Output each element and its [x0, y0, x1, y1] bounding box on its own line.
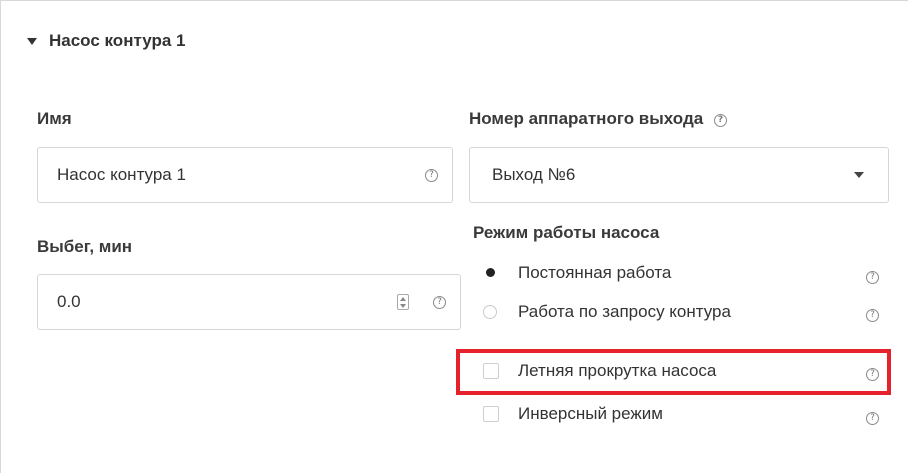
help-icon[interactable]: ?	[866, 308, 879, 322]
chevron-down-icon	[854, 172, 864, 178]
section-title: Насос контура 1	[49, 31, 186, 50]
radio-option-constant[interactable]: Постоянная работа ?	[483, 261, 879, 284]
help-icon[interactable]: ?	[433, 295, 446, 309]
overrun-input-value: 0.0	[57, 292, 81, 311]
output-select[interactable]: Выход №6	[469, 147, 889, 203]
settings-panel: Насос контура 1 Имя Насос контура 1 ? Но…	[0, 0, 908, 473]
output-select-value: Выход №6	[492, 165, 576, 184]
number-stepper[interactable]	[397, 294, 409, 310]
name-label: Имя	[37, 109, 72, 128]
overrun-label: Выбег, мин	[37, 237, 133, 256]
radio-label: Постоянная работа	[518, 262, 672, 282]
radio-label: Работа по запросу контура	[518, 302, 731, 321]
name-input[interactable]: Насос контура 1 ?	[37, 147, 453, 203]
radio-button[interactable]	[483, 265, 497, 280]
checkbox[interactable]	[483, 405, 499, 422]
pump-mode-label: Режим работы насоса	[473, 223, 660, 242]
caret-down-icon	[27, 37, 37, 45]
name-input-value: Насос контура 1	[57, 165, 186, 184]
overrun-number-input[interactable]: 0.0 ?	[37, 274, 461, 330]
stepper-up-icon[interactable]	[400, 296, 406, 301]
help-icon[interactable]: ?	[866, 412, 879, 425]
output-label: Номер аппаратного выхода ?	[469, 109, 727, 129]
output-label-text: Номер аппаратного выхода	[469, 109, 704, 128]
stepper-down-icon[interactable]	[400, 303, 406, 308]
highlight-box	[456, 349, 891, 395]
radio-button[interactable]	[483, 305, 497, 319]
checkbox-label: Инверсный режим	[518, 403, 663, 423]
help-icon[interactable]: ?	[425, 168, 438, 182]
help-icon[interactable]: ?	[866, 271, 879, 284]
section-toggle[interactable]: Насос контура 1	[27, 31, 185, 51]
help-icon[interactable]: ?	[713, 114, 727, 127]
checkbox-inverse-mode[interactable]: Инверсный режим ?	[483, 402, 879, 425]
radio-option-on-demand[interactable]: Работа по запросу контура ?	[483, 302, 879, 322]
